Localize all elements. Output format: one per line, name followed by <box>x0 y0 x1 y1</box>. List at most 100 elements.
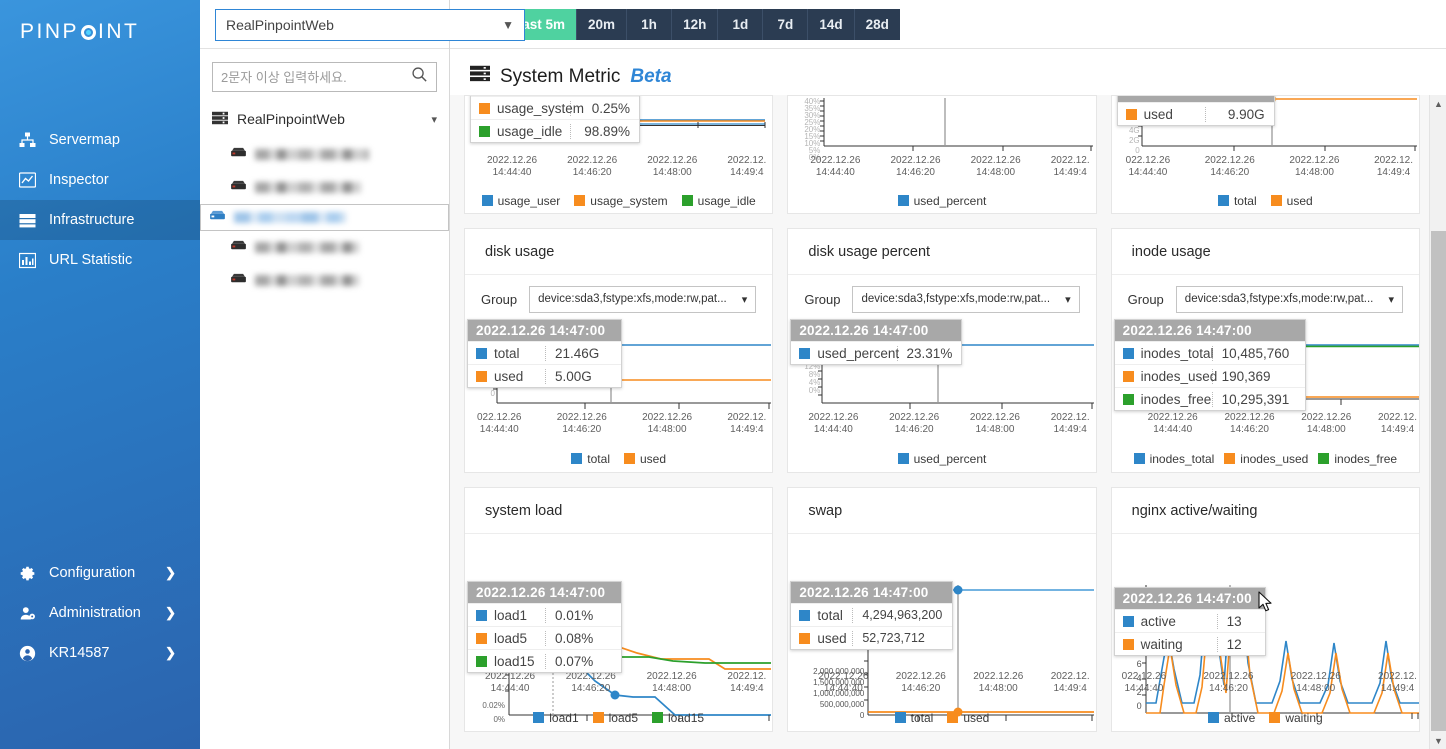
sidebar-item-servermap[interactable]: Servermap <box>0 120 200 160</box>
group-select[interactable]: device:sda3,fstype:xfs,mode:rw,pat... ▾ <box>1175 285 1403 313</box>
legend-item[interactable]: load1 <box>533 711 579 725</box>
sidebar-item-url-statistic[interactable]: URL Statistic <box>0 240 200 280</box>
time-range-20m[interactable]: 20m <box>577 8 628 40</box>
legend-item[interactable]: used <box>947 711 989 725</box>
chevron-down-icon: ▼ <box>502 18 514 32</box>
list-item[interactable] <box>200 138 449 171</box>
tooltip-swatch <box>476 347 487 359</box>
list-item[interactable] <box>200 171 449 204</box>
group-label: Group <box>1127 291 1164 307</box>
legend-swatch <box>894 712 906 723</box>
chart-disk-usage[interactable]: 20G 15G 10G 5G 0 <box>465 319 772 472</box>
triangle-up-icon[interactable]: ▲ <box>1430 95 1446 112</box>
admin-user-icon <box>18 604 36 622</box>
tooltip-series-value: 52,723,712 <box>862 631 925 645</box>
legend-item[interactable]: used <box>623 452 666 466</box>
legend-item[interactable]: used <box>1270 194 1313 208</box>
tooltip-swatch <box>1122 370 1134 382</box>
group-select[interactable]: device:sda3,fstype:xfs,mode:rw,pat... ▾ <box>852 285 1080 313</box>
chart-swap[interactable]: 4,000,000,000 3,500,000,000 3,000,000,00… <box>788 535 1095 731</box>
system-metric-icon <box>470 65 490 88</box>
sidebar-item-infrastructure[interactable]: Infrastructure <box>0 200 200 240</box>
sidebar-item-administration[interactable]: Administration ❯ <box>0 593 200 633</box>
time-range-1h[interactable]: 1h <box>627 8 673 40</box>
page-title-text: System Metric <box>500 65 621 87</box>
legend-item[interactable]: usage_system <box>574 194 668 208</box>
chart-tooltip: 2022.12.26 14:47:00 usage_system 0.25% u… <box>470 96 640 143</box>
time-range-1d[interactable]: 1d <box>718 8 764 40</box>
chart-disk-usage-percent[interactable]: 24% 20% 16% 12% 8% 4% 0% <box>788 319 1095 472</box>
legend-item[interactable]: total <box>894 711 933 725</box>
legend-item[interactable]: total <box>1217 194 1257 208</box>
tooltip-timestamp: 2022.12.26 14:47:00 <box>1117 96 1274 102</box>
application-group-row[interactable]: RealPinpointWeb ▾ <box>200 106 449 132</box>
chart-memory-usage[interactable]: 8G 6G 4G 2G 0 <box>1112 96 1419 213</box>
tooltip-row: used 5.00G <box>468 364 621 387</box>
tooltip-series-value: 13 <box>1226 613 1242 629</box>
metric-card-system-load: system load 0.14% 0.12% 0.10% 0.08% 0.06… <box>464 487 774 732</box>
chart-system-load[interactable]: 0.14% 0.12% 0.10% 0.08% 0.06% 0.04% 0.02… <box>465 535 772 731</box>
legend-swatch <box>574 195 586 206</box>
list-item[interactable] <box>200 231 449 264</box>
chart-tooltip: 2022.12.26 14:47:00 active 13 waiting 12 <box>1113 587 1266 656</box>
legend-swatch <box>1217 195 1229 206</box>
legend-swatch <box>623 453 635 464</box>
search-icon[interactable] <box>411 66 428 88</box>
legend-item[interactable]: waiting <box>1269 711 1323 725</box>
legend-item[interactable]: active <box>1207 711 1255 725</box>
metrics-scroll-area[interactable]: 100% 0% <box>450 95 1446 749</box>
scrollbar-thumb[interactable] <box>1431 231 1446 731</box>
agent-search-box[interactable] <box>212 62 437 92</box>
tooltip-series-name: used_percent <box>791 345 899 361</box>
metric-card-memory-usage: 8G 6G 4G 2G 0 <box>1110 95 1420 214</box>
tooltip-row: total 21.46G <box>468 341 621 364</box>
legend-item[interactable]: load15 <box>652 711 704 725</box>
logo-dot-icon <box>81 24 97 40</box>
tooltip-series-name: active <box>1115 613 1218 629</box>
legend-item[interactable]: inodes_total <box>1133 452 1214 466</box>
chart-inode-usage[interactable]: 10,000,000 8,000,000 6,000,000 4,000,000… <box>1112 319 1419 472</box>
legend-swatch <box>947 712 959 723</box>
tooltip-timestamp: 2022.12.26 14:47:00 <box>468 320 621 341</box>
legend-item[interactable]: load5 <box>592 711 638 725</box>
legend-item[interactable]: used_percent <box>897 452 986 466</box>
x-axis-labels: 2022.12.26 14:44:40 2022.12.26 14:46:20 20… <box>487 155 767 178</box>
secondary-nav: Configuration ❯ Administration ❯ KR14587… <box>0 553 200 749</box>
legend-item[interactable]: used_percent <box>897 194 986 208</box>
time-range-28d[interactable]: 28d <box>855 9 900 40</box>
pinpoint-logo[interactable]: PINP INT <box>0 0 200 64</box>
tooltip-row: total 4,294,963,200 <box>791 603 953 626</box>
legend-item[interactable]: usage_idle <box>681 194 756 208</box>
group-select[interactable]: device:sda3,fstype:xfs,mode:rw,pat... ▾ <box>529 285 757 313</box>
legend-item[interactable]: total <box>571 452 610 466</box>
tooltip-series-name: load5 <box>468 630 546 646</box>
triangle-down-icon[interactable]: ▼ <box>1430 732 1446 749</box>
tooltip-series-name: inodes_free <box>1115 391 1213 407</box>
time-range-14d[interactable]: 14d <box>808 8 855 40</box>
chart-cpu-usage[interactable]: 100% 0% <box>465 96 772 213</box>
sidebar-item-inspector[interactable]: Inspector <box>0 160 200 200</box>
application-select[interactable]: RealPinpointWeb ▼ <box>215 9 525 41</box>
vertical-scrollbar[interactable]: ▲ ▼ <box>1429 95 1446 749</box>
chevron-down-icon[interactable]: ▾ <box>431 113 437 126</box>
sidebar-item-user[interactable]: KR14587 ❯ <box>0 633 200 673</box>
metric-card-memory-used-percent: 40% 35% 30% 25% 20% 15% 10% 5% 0% 2022.1… <box>787 95 1097 214</box>
tooltip-series-value: 0.25% <box>591 100 630 116</box>
chart-memory-used-percent[interactable]: 40% 35% 30% 25% 20% 15% 10% 5% 0% 2022.1… <box>788 96 1095 213</box>
agent-name-redacted <box>255 242 359 253</box>
tooltip-series-name: inodes_used <box>1115 368 1217 384</box>
time-range-7d[interactable]: 7d <box>763 8 809 40</box>
list-item[interactable] <box>200 204 449 231</box>
legend-swatch <box>1269 712 1281 723</box>
tooltip-series-value: 12 <box>1226 636 1242 652</box>
metric-card-disk-usage-percent: disk usage percent Group device:sda3,fst… <box>787 228 1097 473</box>
tooltip-timestamp: 2022.12.26 14:47:00 <box>1114 588 1265 609</box>
list-item[interactable] <box>200 264 449 297</box>
time-range-12h[interactable]: 12h <box>672 8 719 40</box>
chart-nginx-active-waiting[interactable]: 14 12 10 8 6 4 2 0 <box>1112 535 1419 731</box>
legend-item[interactable]: inodes_free <box>1318 452 1397 466</box>
sidebar-item-configuration[interactable]: Configuration ❯ <box>0 553 200 593</box>
legend-item[interactable]: usage_user <box>481 194 560 208</box>
agent-search-input[interactable] <box>221 69 411 85</box>
legend-item[interactable]: inodes_used <box>1224 452 1308 466</box>
